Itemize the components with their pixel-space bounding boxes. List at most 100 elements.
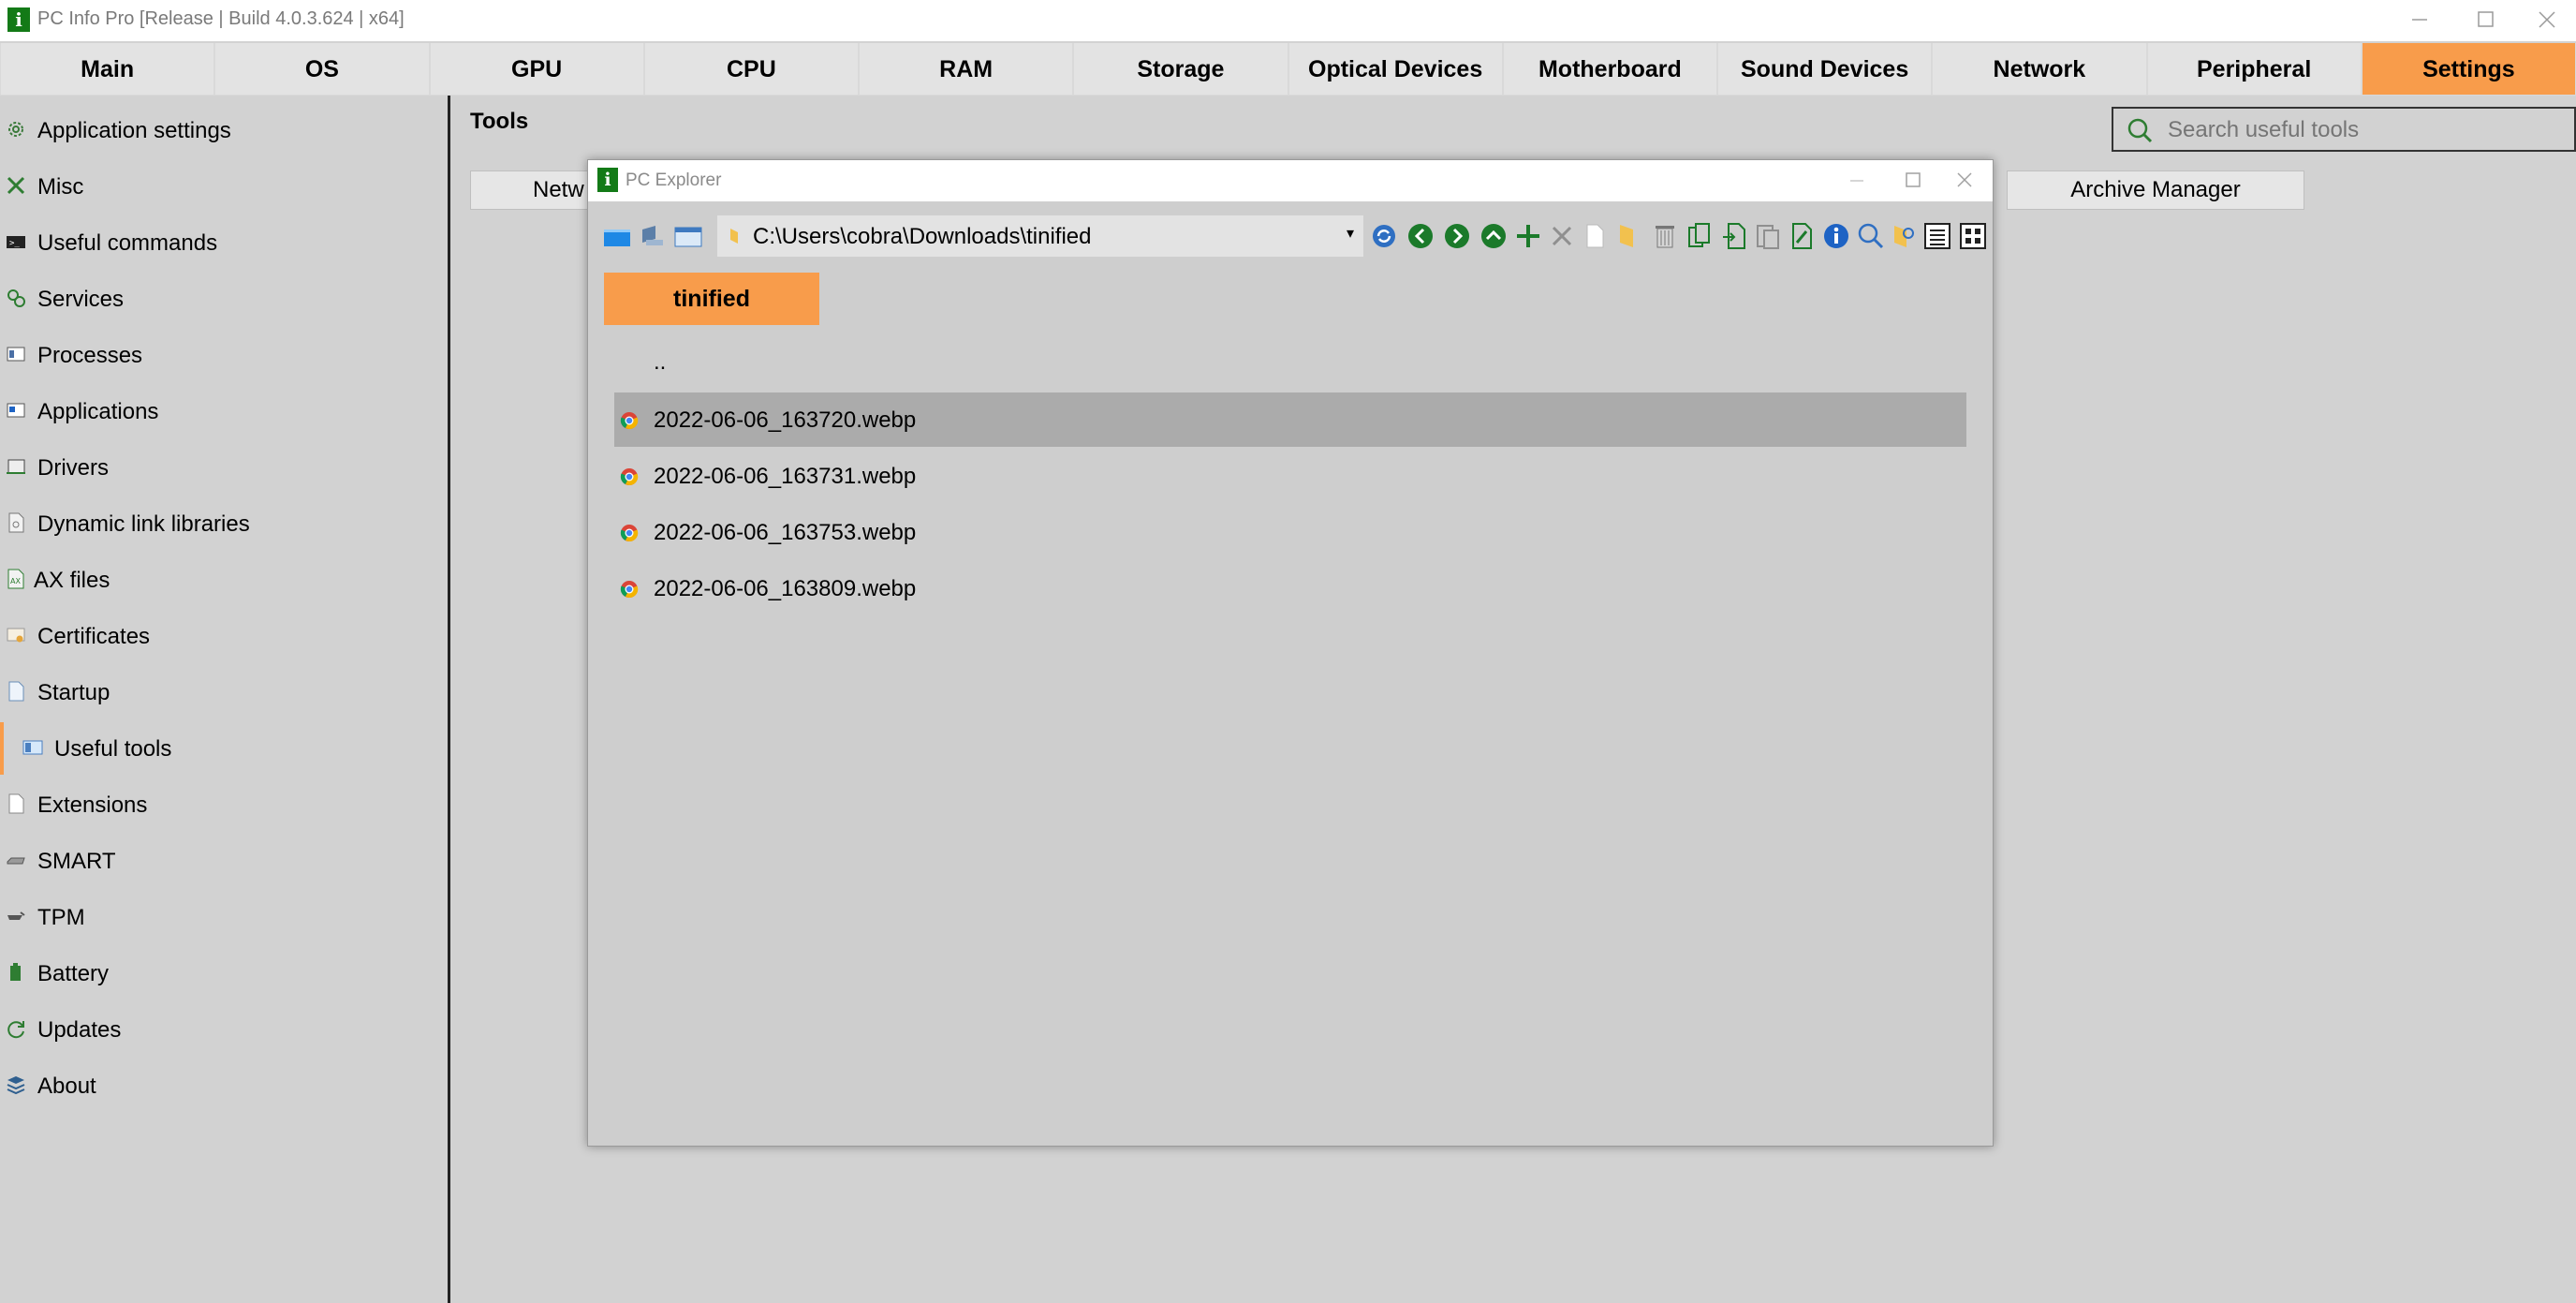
new-folder-icon[interactable] <box>1614 222 1642 250</box>
maximize-button[interactable] <box>2452 0 2518 41</box>
explorer-title-bar: i PC Explorer <box>588 160 1993 201</box>
sidebar-item-about[interactable]: About <box>0 1059 448 1112</box>
tab-gpu[interactable]: GPU <box>429 43 644 96</box>
tab-optical-devices[interactable]: Optical Devices <box>1288 43 1503 96</box>
move-icon[interactable] <box>1720 222 1748 250</box>
sidebar-item-label: AX files <box>34 568 110 593</box>
sidebar-item-battery[interactable]: Battery <box>0 947 448 999</box>
search-icon[interactable] <box>1857 222 1885 250</box>
explorer-close-button[interactable] <box>1936 160 1993 201</box>
tab-settings[interactable]: Settings <box>2361 43 2576 96</box>
tools-section-title: Tools <box>470 109 529 134</box>
tab-sound-devices[interactable]: Sound Devices <box>1717 43 1933 96</box>
archive-manager-button[interactable]: Archive Manager <box>2007 170 2304 210</box>
pc-explorer-window: i PC Explorer C:\Users\cobra\Downloads\t… <box>587 159 1994 1147</box>
copy-icon[interactable] <box>1685 222 1714 250</box>
sidebar-item-label: Updates <box>37 1017 122 1043</box>
add-icon[interactable] <box>1514 222 1542 250</box>
breadcrumb-current-folder[interactable]: tinified <box>604 273 819 325</box>
chrome-file-icon <box>620 580 639 599</box>
tab-os[interactable]: OS <box>214 43 430 96</box>
up-arrow-icon[interactable] <box>1479 222 1508 250</box>
sidebar-item-smart[interactable]: SMART <box>0 835 448 887</box>
sidebar-item-tpm[interactable]: TPM <box>0 891 448 943</box>
minimize-button[interactable] <box>2387 0 2452 41</box>
grid-view-icon[interactable] <box>1959 222 1987 250</box>
tools-icon <box>6 175 26 196</box>
dll-file-icon <box>6 512 26 533</box>
sidebar-item-drivers[interactable]: Drivers <box>0 441 448 494</box>
file-row[interactable]: 2022-06-06_163809.webp <box>614 561 1966 615</box>
network-tool-button[interactable]: Netw <box>470 170 592 210</box>
recycle-bin-icon[interactable] <box>1651 222 1679 250</box>
window-view-icon[interactable] <box>674 222 702 250</box>
sidebar-item-dynamic-link-libraries[interactable]: Dynamic link libraries <box>0 497 448 550</box>
tab-peripheral[interactable]: Peripheral <box>2146 43 2362 96</box>
forward-arrow-icon[interactable] <box>1443 222 1471 250</box>
tab-cpu[interactable]: CPU <box>643 43 859 96</box>
tab-main[interactable]: Main <box>0 43 215 96</box>
sidebar-item-updates[interactable]: Updates <box>0 1003 448 1056</box>
chrome-file-icon <box>620 467 639 486</box>
sidebar-item-application-settings[interactable]: Application settings <box>0 104 448 156</box>
new-file-icon[interactable] <box>1581 222 1609 250</box>
rename-icon[interactable] <box>1788 222 1816 250</box>
search-input[interactable] <box>2166 112 2563 148</box>
settings-sidebar: Application settings Misc >_ Useful comm… <box>0 96 450 1303</box>
sidebar-item-label: Processes <box>37 343 143 368</box>
sidebar-item-label: TPM <box>37 905 85 930</box>
terminal-icon: >_ <box>6 231 26 252</box>
file-name: 2022-06-06_163731.webp <box>654 464 917 489</box>
sidebar-item-label: Startup <box>37 680 110 705</box>
gear-icon <box>6 119 26 140</box>
back-arrow-icon[interactable] <box>1406 222 1435 250</box>
list-view-icon[interactable] <box>1923 222 1951 250</box>
sidebar-item-label: Useful tools <box>54 736 172 762</box>
chrome-file-icon <box>620 411 639 430</box>
sidebar-item-label: Misc <box>37 174 84 200</box>
computer-icon[interactable] <box>639 222 667 250</box>
explorer-maximize-button[interactable] <box>1885 160 1941 201</box>
folder-search-icon[interactable] <box>1890 222 1918 250</box>
sidebar-item-useful-commands[interactable]: >_ Useful commands <box>0 216 448 269</box>
sidebar-item-useful-tools[interactable]: Useful tools <box>0 722 451 775</box>
dropdown-arrow-icon[interactable]: ▾ <box>1347 224 1354 243</box>
tab-network[interactable]: Network <box>1932 43 2147 96</box>
parent-directory-label: .. <box>654 349 667 375</box>
file-name: 2022-06-06_163753.webp <box>654 520 917 545</box>
sidebar-item-certificates[interactable]: Certificates <box>0 610 448 662</box>
tab-motherboard[interactable]: Motherboard <box>1502 43 1717 96</box>
sidebar-item-processes[interactable]: Processes <box>0 329 448 381</box>
sidebar-item-startup[interactable]: Startup <box>0 666 448 718</box>
sidebar-item-label: Useful commands <box>37 230 218 256</box>
app-logo-icon: i <box>7 7 30 32</box>
sidebar-item-label: Services <box>37 287 125 312</box>
tab-ram[interactable]: RAM <box>859 43 1074 96</box>
tpm-chip-icon <box>6 906 26 926</box>
file-row[interactable]: 2022-06-06_163731.webp <box>614 449 1966 503</box>
search-icon <box>2127 117 2153 143</box>
sidebar-item-label: Dynamic link libraries <box>37 511 250 537</box>
refresh-icon[interactable] <box>1370 222 1398 250</box>
explorer-title: PC Explorer <box>626 170 722 190</box>
info-icon[interactable] <box>1822 222 1850 250</box>
parent-directory-entry[interactable]: .. <box>614 338 1966 392</box>
sidebar-item-misc[interactable]: Misc <box>0 160 448 213</box>
refresh-icon <box>6 1018 26 1039</box>
close-button[interactable] <box>2518 0 2576 41</box>
search-box[interactable] <box>2112 107 2576 152</box>
paste-icon[interactable] <box>1754 222 1782 250</box>
tab-storage[interactable]: Storage <box>1073 43 1288 96</box>
delete-icon[interactable] <box>1548 222 1576 250</box>
sidebar-item-label: Extensions <box>37 792 148 818</box>
path-combobox[interactable]: C:\Users\cobra\Downloads\tinified ▾ <box>717 215 1363 257</box>
desktop-icon[interactable] <box>603 222 631 250</box>
battery-icon <box>6 962 26 983</box>
sidebar-item-applications[interactable]: Applications <box>0 385 448 437</box>
file-row[interactable]: 2022-06-06_163753.webp <box>614 505 1966 559</box>
sidebar-item-extensions[interactable]: Extensions <box>0 778 448 831</box>
explorer-minimize-button[interactable] <box>1829 160 1885 201</box>
sidebar-item-ax-files[interactable]: AX AX files <box>0 554 448 606</box>
file-row[interactable]: 2022-06-06_163720.webp <box>614 392 1966 447</box>
sidebar-item-services[interactable]: Services <box>0 273 448 325</box>
